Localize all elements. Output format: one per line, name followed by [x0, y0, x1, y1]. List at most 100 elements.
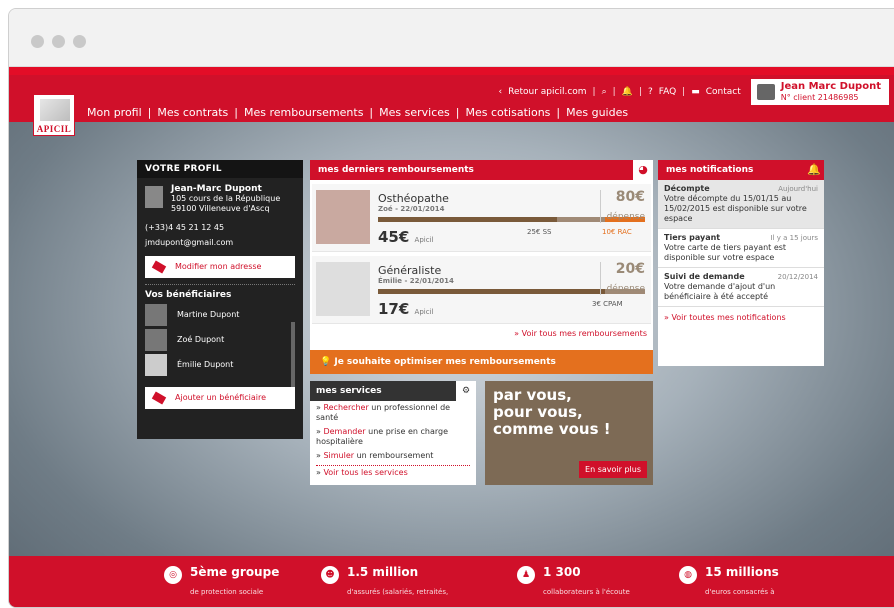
search-icon[interactable]: ⌕ — [602, 87, 607, 97]
service-item[interactable]: » Demander une prise en charge hospitali… — [310, 425, 476, 449]
reimbursed-amount: 17€ Apicil — [378, 300, 434, 318]
profile-email: jmdupont@gmail.com — [145, 238, 234, 247]
nav-mes-guides[interactable]: Mes guides — [566, 106, 628, 119]
minimize-dot[interactable] — [52, 35, 65, 48]
promo-panel: par vous, pour vous, comme vous ! En sav… — [485, 381, 653, 485]
pie-chart-icon: ◕ — [633, 160, 653, 180]
stat-item: ◎ 5ème groupe de protection sociale — [164, 566, 279, 598]
client-number: N° client 21486985 — [780, 93, 859, 102]
separator: | — [682, 87, 686, 97]
user-account[interactable]: Jean Marc Dupont N° client 21486985 — [750, 79, 889, 105]
user-name: Jean Marc Dupont — [780, 81, 881, 92]
separator: | — [592, 87, 596, 97]
notification-title: Tiers payant — [664, 233, 721, 242]
maximize-dot[interactable] — [73, 35, 86, 48]
rac-label: 10€ RAC — [602, 228, 632, 236]
notification-text: Votre demande d'ajout d'un bénéficiaire … — [664, 282, 776, 301]
optimize-label: Je souhaite optimiser mes remboursements — [334, 357, 556, 367]
see-all-reimbursements-link[interactable]: » Voir tous mes remboursements — [310, 328, 653, 339]
separator: | — [612, 87, 616, 97]
contact-link[interactable]: Contact — [706, 87, 741, 97]
help-icon: ? — [647, 87, 653, 97]
close-dot[interactable] — [31, 35, 44, 48]
notification-item[interactable]: Suivi de demande 20/12/2014 Votre demande… — [658, 268, 824, 307]
beneficiary-name: Émilie Dupont — [177, 360, 234, 369]
medal-icon: ◎ — [164, 566, 182, 584]
person-icon: ♟ — [517, 566, 535, 584]
optimize-banner[interactable]: 💡 Je souhaite optimiser mes remboursemen… — [310, 350, 653, 374]
nav-mon-profil[interactable]: Mon profil — [87, 106, 142, 119]
add-beneficiary-button[interactable]: Ajouter un bénéficiaire — [145, 387, 295, 409]
top-strip — [9, 67, 894, 75]
bell-icon[interactable]: 🔔 — [622, 87, 633, 97]
separator: | — [147, 106, 152, 119]
patient-photo — [316, 190, 370, 244]
reimbursement-item[interactable]: Généraliste Émilie - 22/01/2014 17€ Apic… — [312, 256, 651, 324]
nav-mes-remboursements[interactable]: Mes remboursements — [244, 106, 363, 119]
notification-time: Aujourd'hui — [778, 185, 818, 193]
nav-mes-services[interactable]: Mes services — [379, 106, 450, 119]
total-expense: 80€ dépense — [599, 190, 645, 223]
notification-time: Il y a 15 jours — [770, 234, 818, 242]
utility-nav: ‹ Retour apicil.com | ⌕ | 🔔 | ? FAQ | ▬ … — [498, 79, 889, 105]
notifications-panel: mes notifications 🔔 Décompte Aujourd'hui … — [658, 160, 824, 366]
browser-window: APICIL ‹ Retour apicil.com | ⌕ | 🔔 | ? F… — [8, 8, 894, 608]
separator: | — [638, 87, 642, 97]
bell-icon: 🔔 — [804, 160, 824, 180]
see-all-notifications-link[interactable]: » Voir toutes mes notifications — [658, 307, 824, 328]
lightbulb-icon: 💡 — [320, 357, 335, 367]
nav-mes-cotisations[interactable]: Mes cotisations — [465, 106, 550, 119]
total-expense: 20€ dépense — [599, 262, 645, 295]
profile-info: Jean-Marc Dupont 105 cours de la Républi… — [137, 178, 303, 220]
stat-label: d'assurés (salariés, retraités, — [347, 588, 449, 596]
stat-label: de protection sociale — [190, 588, 264, 596]
promo-line-2: pour vous, — [493, 403, 583, 421]
profile-phone: (+33)4 45 21 12 45 — [145, 223, 225, 232]
beneficiary-photo — [145, 328, 167, 351]
notification-item[interactable]: Décompte Aujourd'hui Votre décompte du 15… — [658, 180, 824, 229]
patient-photo — [316, 262, 370, 316]
services-title: mes services — [316, 386, 382, 396]
avatar — [145, 186, 163, 208]
people-icon: ☻ — [321, 566, 339, 584]
separator: | — [369, 106, 374, 119]
beneficiary-item[interactable]: Zoé Dupont — [137, 327, 303, 352]
beneficiary-name: Zoé Dupont — [177, 335, 225, 344]
notifications-title: mes notifications — [666, 165, 754, 175]
stat-item: ♟ 1 300 collaborateurs à l'écoute — [517, 566, 630, 598]
stat-label: collaborateurs à l'écoute — [543, 588, 630, 596]
notification-time: 20/12/2014 — [777, 273, 818, 281]
divider — [145, 284, 295, 285]
profile-address-2: 59100 Villeneuve d'Ascq — [171, 204, 270, 213]
separator: | — [234, 106, 238, 119]
separator: | — [556, 106, 561, 119]
stat-value: 15 millions — [705, 565, 779, 579]
nav-mes-contrats[interactable]: Mes contrats — [157, 106, 228, 119]
globe-icon: ◍ — [679, 566, 697, 584]
stat-item: ◍ 15 millions d'euros consacrés à — [679, 566, 779, 598]
service-item[interactable]: » Simuler un remboursement — [310, 449, 476, 463]
beneficiaries-scrollbar[interactable] — [291, 322, 295, 396]
logo-mark — [40, 99, 70, 121]
beneficiary-item[interactable]: Martine Dupont — [137, 302, 303, 327]
apicil-logo[interactable]: APICIL — [33, 94, 75, 136]
reimbursement-item[interactable]: Osthéopathe Zoé - 22/01/2014 45€ Apicil … — [312, 184, 651, 252]
beneficiary-name: Martine Dupont — [177, 310, 240, 319]
back-link[interactable]: Retour apicil.com — [508, 87, 586, 97]
reimbursed-amount: 45€ Apicil — [378, 228, 434, 246]
see-all-services-link[interactable]: » Voir tous les services — [316, 465, 470, 480]
service-item[interactable]: » Rechercher un professionnel de santé — [310, 401, 476, 425]
pencil-icon — [151, 391, 167, 405]
notifications-header: mes notifications 🔔 — [658, 160, 824, 180]
beneficiaries-title: Vos bénéficiaires — [145, 290, 232, 300]
notification-item[interactable]: Tiers payant Il y a 15 jours Votre carte … — [658, 229, 824, 268]
stat-item: ☻ 1.5 million d'assurés (salariés, retrai… — [321, 566, 448, 598]
profile-title: VOTRE PROFIL — [137, 160, 303, 178]
separator: | — [455, 106, 460, 119]
learn-more-button[interactable]: En savoir plus — [579, 461, 647, 478]
profile-name: Jean-Marc Dupont — [171, 184, 262, 194]
edit-address-button[interactable]: Modifier mon adresse — [145, 256, 295, 278]
act-subtitle: Émilie - 22/01/2014 — [378, 277, 454, 285]
beneficiary-item[interactable]: Émilie Dupont — [137, 352, 303, 377]
faq-link[interactable]: FAQ — [659, 87, 676, 97]
